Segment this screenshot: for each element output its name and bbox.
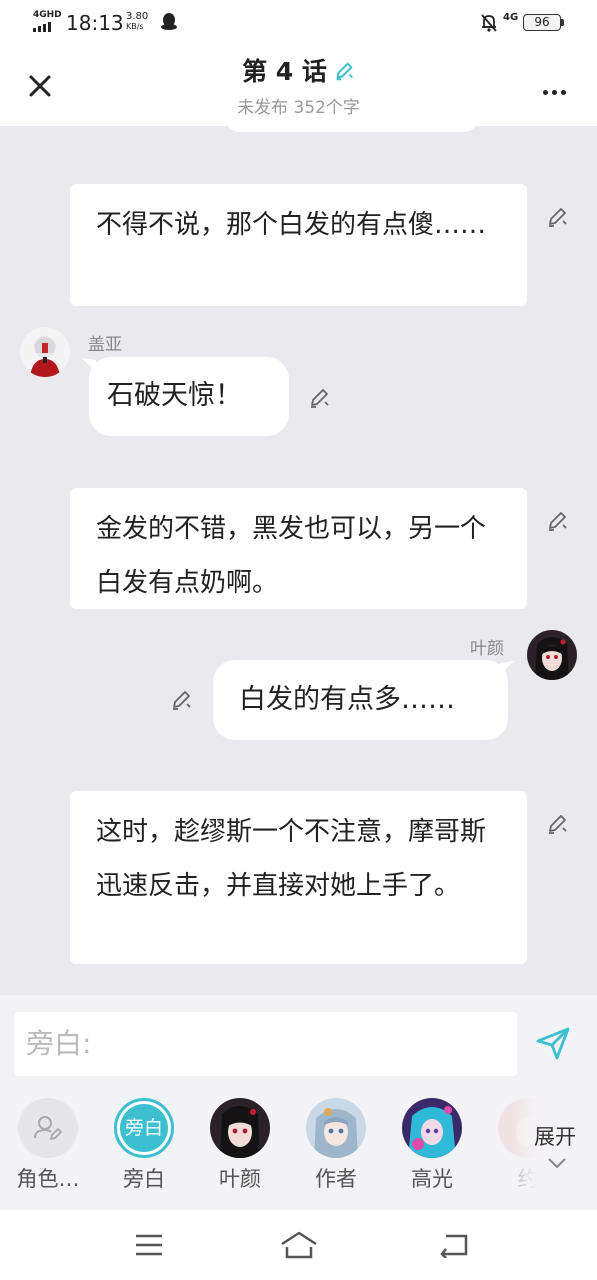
role-manage-button[interactable]	[18, 1098, 78, 1158]
avatar-yeyan[interactable]	[527, 630, 577, 680]
mute-bell-icon	[481, 14, 497, 32]
avatar-gaia-image	[20, 327, 70, 377]
publish-status: 未发布	[237, 98, 289, 118]
role-yeyan-image	[210, 1098, 270, 1158]
expand-button[interactable]: 展开	[534, 1124, 576, 1176]
network-4g: 4G	[503, 12, 519, 23]
back-icon[interactable]	[440, 1232, 470, 1258]
role-author[interactable]	[306, 1098, 366, 1158]
avatar-yeyan-image	[527, 630, 577, 680]
narration-bubble[interactable]: 金发的不错，黑发也可以，另一个白发有点奶啊。	[70, 488, 527, 609]
send-icon[interactable]	[535, 1025, 571, 1061]
speed-value: 3.80	[126, 11, 149, 22]
battery-cap	[561, 19, 564, 26]
role-narrator-inner: 旁白	[120, 1104, 168, 1152]
battery-icon: 96	[523, 14, 561, 31]
page-title: 第 4 话	[0, 56, 597, 88]
role-highlight[interactable]	[402, 1098, 462, 1158]
chat-bubble-right[interactable]: 白发的有点多……	[213, 660, 508, 740]
title-edit-icon[interactable]	[333, 60, 355, 82]
bubble-tail	[82, 358, 96, 372]
network-speed: 3.80 KB/s	[126, 12, 148, 32]
character-name: 盖亚	[88, 335, 122, 355]
role-label: 旁白	[123, 1167, 165, 1191]
chat-bubble-left[interactable]: 石破天惊！	[89, 357, 289, 436]
status-time: 18:13	[66, 11, 124, 35]
narration-bubble[interactable]: 不得不说，那个白发的有点傻……	[70, 184, 527, 306]
chevron-down-icon	[548, 1158, 566, 1169]
role-highlight-image	[402, 1098, 462, 1158]
role-label: 叶颜	[219, 1167, 261, 1191]
speed-unit: KB/s	[126, 22, 144, 31]
message-input[interactable]: 旁白:	[14, 1012, 517, 1076]
more-icon[interactable]	[543, 80, 570, 99]
avatar-gaia[interactable]	[20, 327, 70, 377]
home-icon[interactable]	[279, 1230, 319, 1260]
network-type: 4GHD	[33, 10, 62, 20]
role-label: 角色…	[16, 1167, 80, 1191]
role-label: 作者	[315, 1167, 357, 1191]
edit-icon[interactable]	[308, 386, 332, 410]
page-subtitle: 未发布 352个字	[0, 97, 597, 119]
role-label: 高光	[411, 1167, 453, 1191]
role-narrator[interactable]: 旁白	[114, 1098, 174, 1158]
role-author-image	[306, 1098, 366, 1158]
role-yeyan[interactable]	[210, 1098, 270, 1158]
edit-icon[interactable]	[170, 688, 194, 712]
word-count: 352个字	[293, 98, 360, 118]
expand-label: 展开	[534, 1125, 576, 1149]
menu-icon[interactable]	[134, 1232, 164, 1258]
edit-icon[interactable]	[546, 205, 570, 229]
previous-bubble	[225, 118, 478, 132]
role-edit-icon	[34, 1116, 63, 1141]
qq-icon	[161, 13, 177, 30]
edit-icon[interactable]	[546, 509, 570, 533]
bubble-tail	[500, 661, 514, 675]
signal-icon	[33, 22, 51, 32]
narration-bubble[interactable]: 这时，趁缪斯一个不注意，摩哥斯迅速反击，并直接对她上手了。	[70, 791, 527, 964]
title-text: 第 4 话	[242, 57, 327, 86]
character-name: 叶颜	[470, 639, 504, 659]
edit-icon[interactable]	[546, 812, 570, 836]
